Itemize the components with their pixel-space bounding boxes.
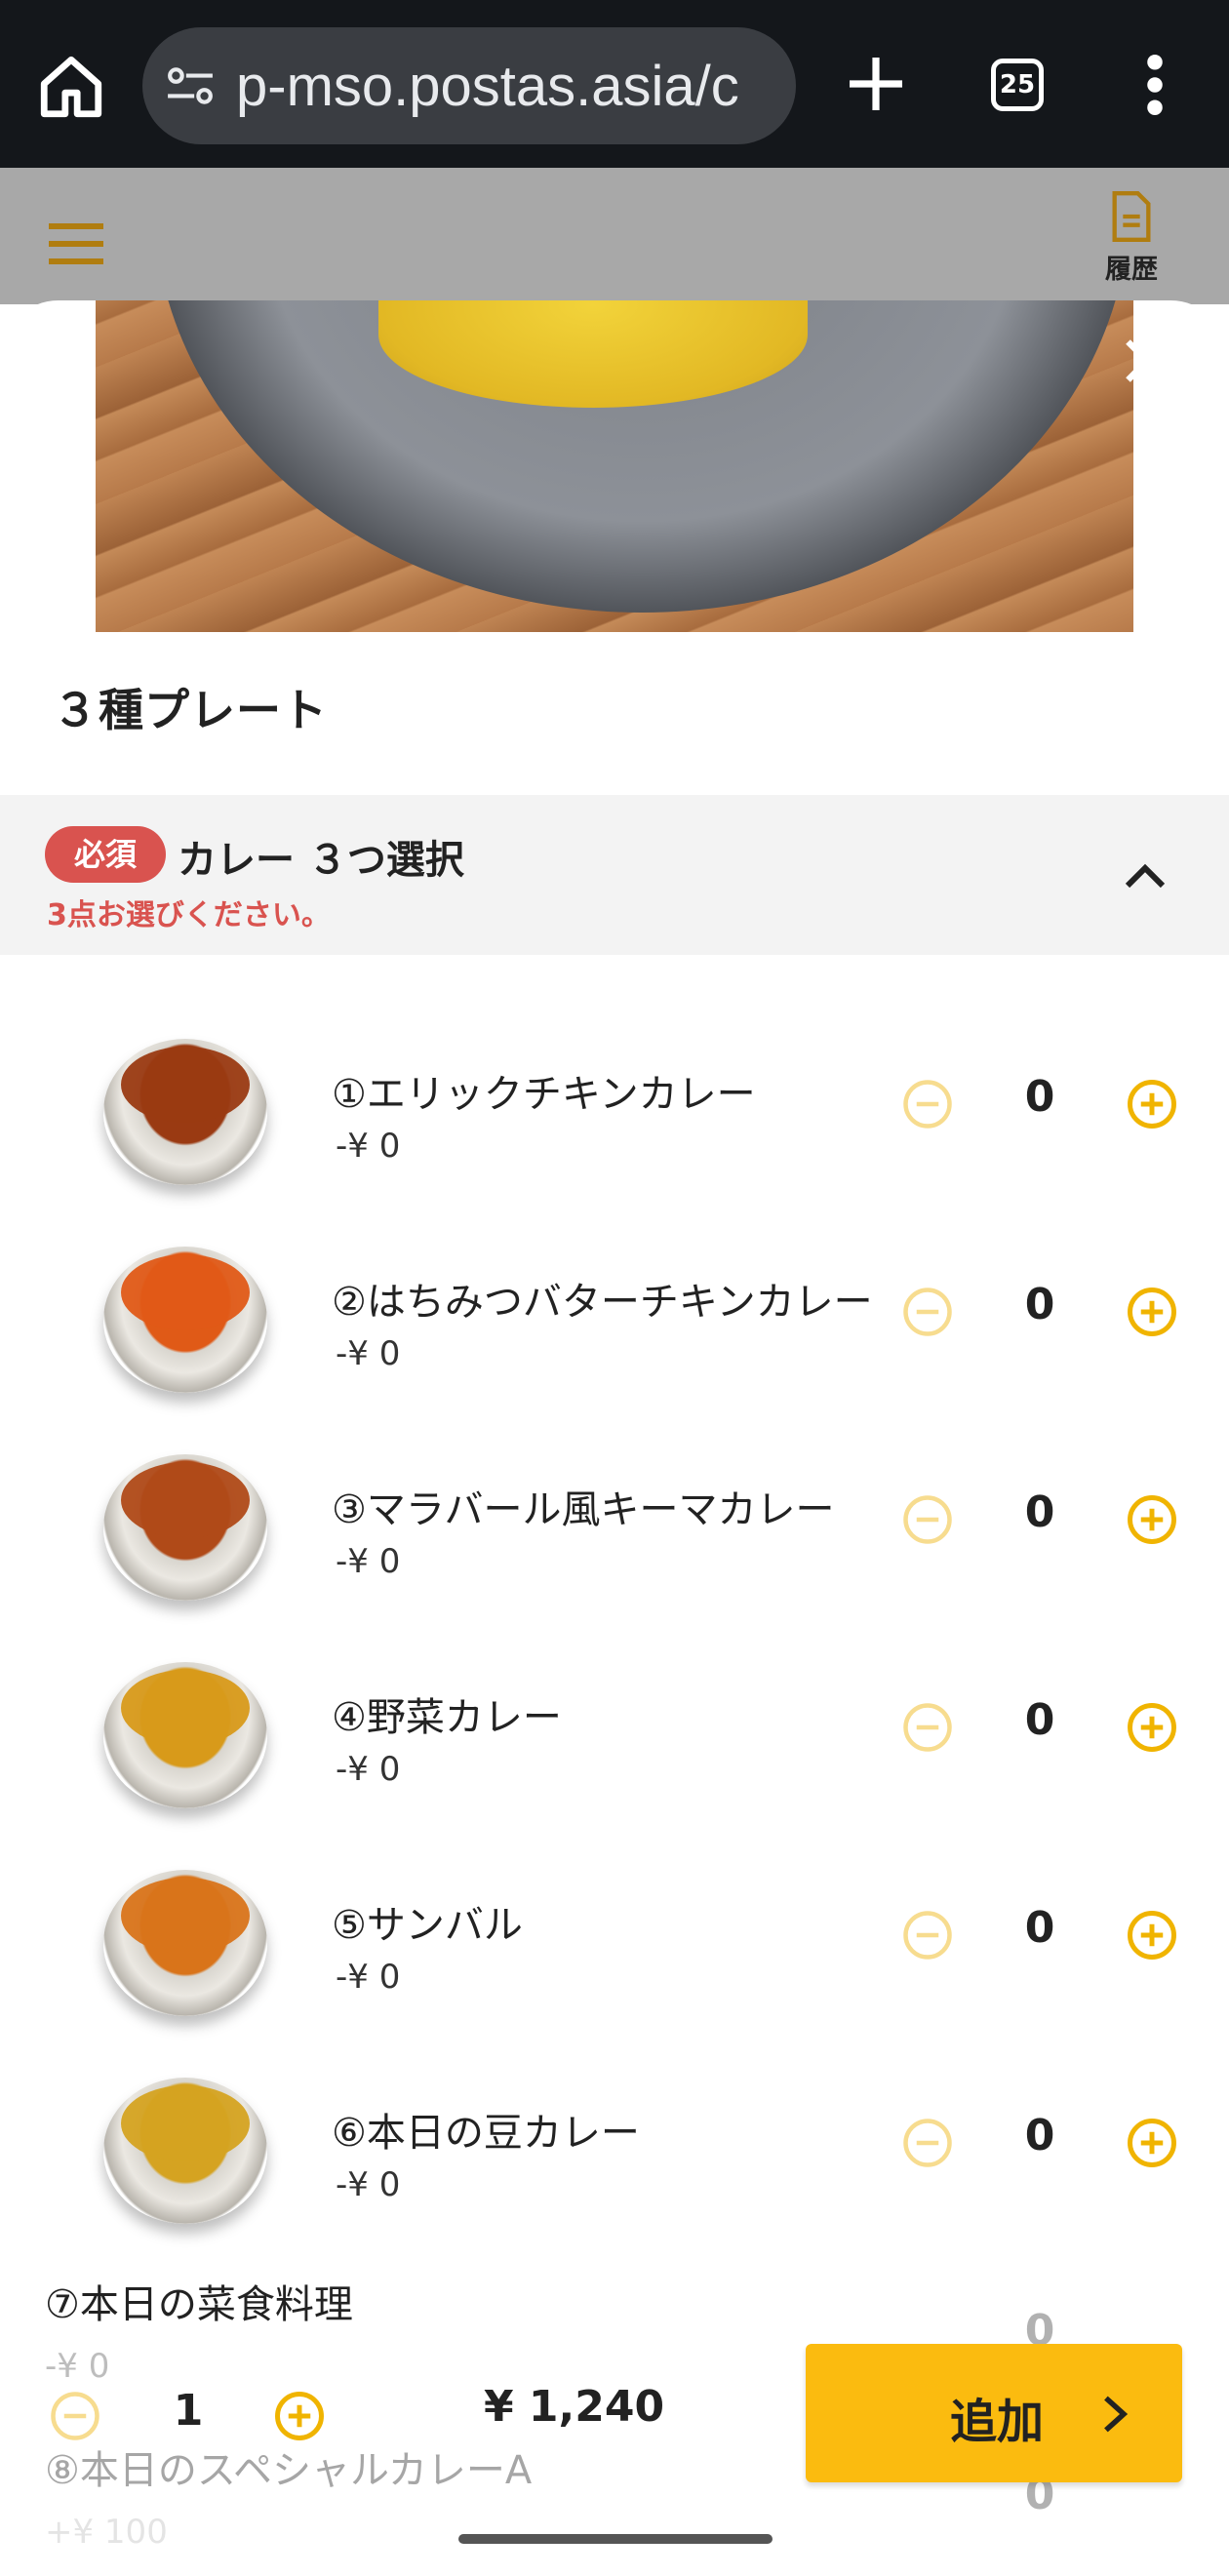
required-badge: 必須	[45, 826, 166, 883]
option-price: -¥ 0	[336, 1542, 401, 1581]
item-quantity: 1	[173, 2386, 204, 2436]
home-icon[interactable]	[35, 51, 107, 123]
option-row: ①エリックチキンカレー -¥ 0 0	[0, 1025, 1229, 1232]
increment-icon[interactable]	[1126, 1493, 1178, 1546]
option-row: ②はちみつバターチキンカレー -¥ 0 0	[0, 1233, 1229, 1440]
chevron-right-icon	[1104, 2396, 1128, 2433]
option-name: ④野菜カレー	[332, 1695, 562, 1740]
gesture-home-bar[interactable]	[458, 2534, 773, 2544]
option-quantity: 0	[1024, 1280, 1055, 1329]
option-price: -¥ 0	[336, 1750, 401, 1789]
url-text: p-mso.postas.asia/c	[236, 55, 739, 118]
browser-toolbar: p-mso.postas.asia/c 25	[0, 0, 1229, 168]
chevron-up-icon[interactable]	[1124, 861, 1167, 891]
option-row: ⑤サンバル -¥ 0 0	[0, 1856, 1229, 2063]
option-price: -¥ 0	[336, 1334, 401, 1373]
curry-bowl-image	[103, 1454, 267, 1601]
decrement-icon[interactable]	[901, 1909, 954, 1962]
add-to-cart-button[interactable]: 追加	[806, 2344, 1182, 2482]
add-button-label: 追加	[950, 2395, 1045, 2449]
increment-icon[interactable]	[1126, 1078, 1178, 1130]
option-price: -¥ 0	[336, 1958, 401, 1997]
option-group-instruction: 3点お選びください。	[47, 898, 331, 932]
tab-switcher-button[interactable]: 25	[991, 59, 1044, 111]
increment-icon[interactable]	[1126, 2117, 1178, 2169]
close-icon[interactable]	[1122, 336, 1172, 386]
option-row: ⑥本日の豆カレー -¥ 0 0	[0, 2064, 1229, 2271]
curry-bowl-image	[103, 1662, 267, 1808]
site-settings-icon[interactable]	[166, 64, 215, 107]
increment-icon[interactable]	[1126, 1701, 1178, 1754]
item-increment-icon[interactable]	[273, 2390, 326, 2442]
option-price: -¥ 0	[336, 2165, 401, 2204]
decrement-icon[interactable]	[901, 1078, 954, 1130]
option-quantity: 0	[1024, 2111, 1055, 2160]
document-icon	[1112, 191, 1151, 242]
increment-icon[interactable]	[1126, 1909, 1178, 1962]
option-price: -¥ 0	[336, 1127, 401, 1166]
history-button[interactable]: 履歴	[1092, 191, 1170, 289]
option-row: ③マラバール風キーマカレー -¥ 0 0	[0, 1441, 1229, 1647]
address-bar[interactable]: p-mso.postas.asia/c	[142, 27, 796, 144]
item-decrement-icon[interactable]	[49, 2390, 101, 2442]
decrement-icon[interactable]	[901, 1286, 954, 1338]
option-group-header[interactable]: 必須 カレー ３つ選択 3点お選びください。	[0, 795, 1229, 955]
option-quantity: 0	[1024, 1487, 1055, 1537]
option-name: ②はちみつバターチキンカレー	[332, 1280, 873, 1325]
option-quantity: 0	[1024, 1903, 1055, 1953]
option-name: ⑤サンバル	[332, 1903, 523, 1948]
curry-bowl-image	[103, 1039, 267, 1185]
option-row: ④野菜カレー -¥ 0 0	[0, 1648, 1229, 1855]
history-label: 履歴	[1105, 255, 1158, 285]
decrement-icon[interactable]	[901, 1701, 954, 1754]
curry-bowl-image	[103, 1870, 267, 2016]
curry-bowl-image	[103, 2078, 267, 2224]
option-name: ⑥本日の豆カレー	[332, 2111, 640, 2156]
total-price: ¥ 1,240	[484, 2382, 665, 2432]
decrement-icon[interactable]	[901, 1493, 954, 1546]
option-name: ①エリックチキンカレー	[332, 1072, 756, 1117]
menu-icon[interactable]	[49, 222, 103, 265]
item-title: ３種プレート	[53, 684, 328, 736]
option-group-title: カレー ３つ選択	[178, 838, 464, 883]
decrement-icon[interactable]	[901, 2117, 954, 2169]
option-name: ③マラバール風キーマカレー	[332, 1487, 835, 1532]
option-quantity: 0	[1024, 1072, 1055, 1122]
new-tab-icon[interactable]	[841, 49, 911, 119]
more-menu-icon[interactable]	[1143, 55, 1167, 115]
option-quantity: 0	[1024, 1695, 1055, 1745]
site-header: 履歴	[0, 168, 1229, 304]
item-photo	[96, 300, 1133, 632]
curry-bowl-image	[103, 1247, 267, 1393]
increment-icon[interactable]	[1126, 1286, 1178, 1338]
